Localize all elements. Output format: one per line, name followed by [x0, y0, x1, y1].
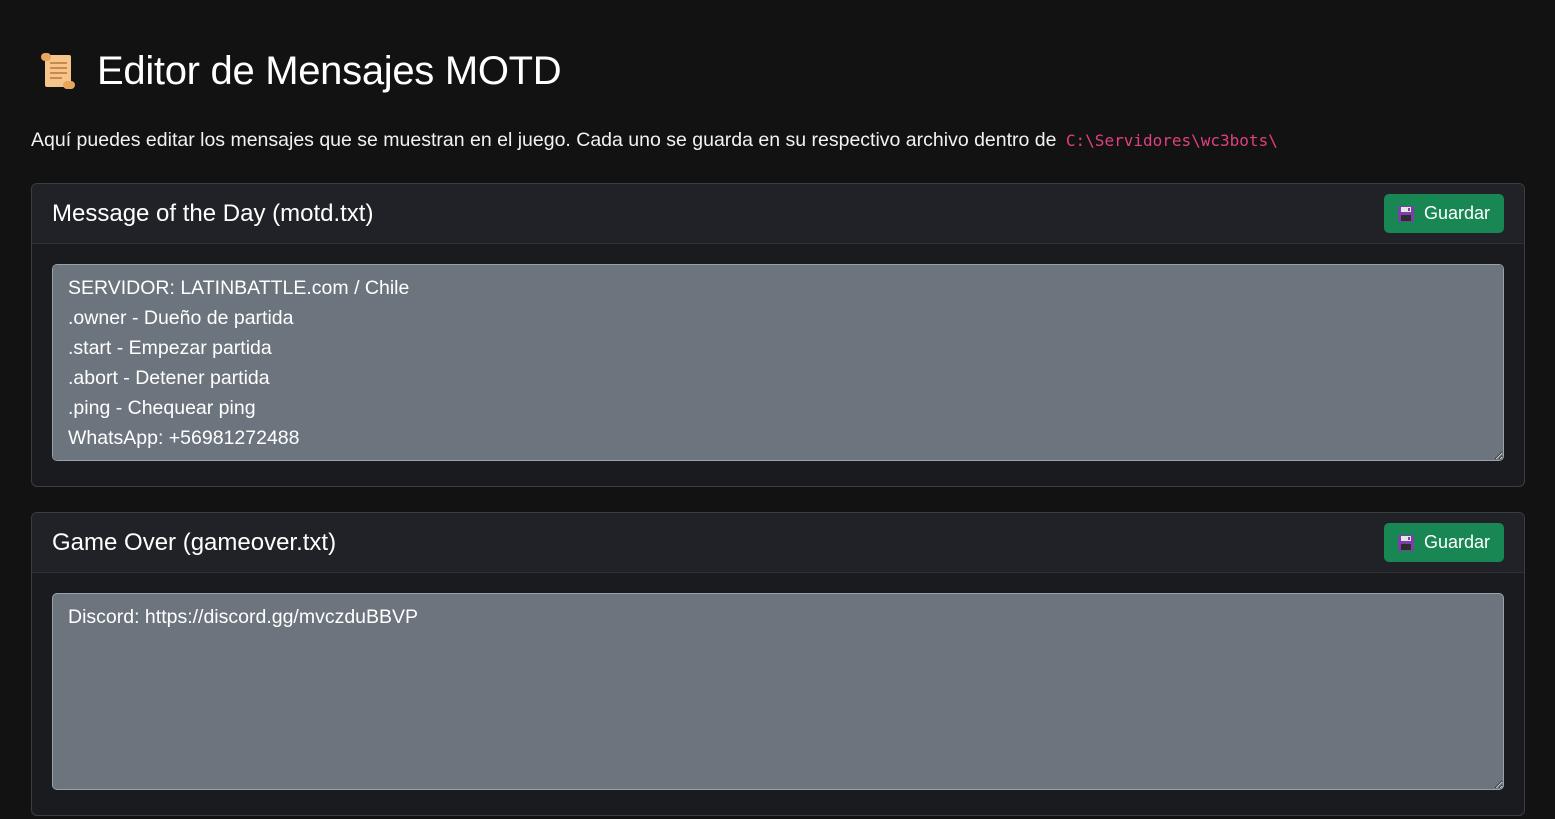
- intro-text: Aquí puedes editar los mensajes que se m…: [31, 127, 1278, 154]
- motd-card-header: Message of the Day (motd.txt) Guardar: [32, 184, 1524, 244]
- intro-description: Aquí puedes editar los mensajes que se m…: [31, 129, 1057, 151]
- scroll-icon: [35, 49, 79, 93]
- motd-save-button[interactable]: Guardar: [1383, 194, 1504, 233]
- page-header: Editor de Mensajes MOTD: [35, 45, 562, 97]
- gameover-textarea[interactable]: Discord: https://discord.gg/mvczduBBVP: [52, 593, 1504, 790]
- floppy-disk-icon: [1397, 205, 1414, 222]
- gameover-save-label: Guardar: [1423, 532, 1490, 552]
- page: Editor de Mensajes MOTD Aquí puedes edit…: [0, 0, 1555, 819]
- motd-save-label: Guardar: [1423, 203, 1490, 223]
- motd-card-body: SERVIDOR: LATINBATTLE.com / Chile .owner…: [32, 244, 1524, 486]
- floppy-disk-icon: [1397, 534, 1414, 551]
- gameover-card: Game Over (gameover.txt) Guardar Discord…: [31, 512, 1525, 816]
- gameover-card-title: Game Over (gameover.txt): [52, 528, 337, 556]
- page-title: Editor de Mensajes MOTD: [97, 49, 562, 93]
- folder-path: C:\Servidores\wc3bots\: [1065, 131, 1278, 150]
- motd-card: Message of the Day (motd.txt) Guardar SE…: [31, 183, 1525, 487]
- gameover-save-button[interactable]: Guardar: [1383, 523, 1504, 562]
- gameover-card-body: Discord: https://discord.gg/mvczduBBVP: [32, 573, 1524, 815]
- motd-textarea[interactable]: SERVIDOR: LATINBATTLE.com / Chile .owner…: [52, 264, 1504, 461]
- motd-card-title: Message of the Day (motd.txt): [52, 199, 374, 227]
- gameover-card-header: Game Over (gameover.txt) Guardar: [32, 513, 1524, 573]
